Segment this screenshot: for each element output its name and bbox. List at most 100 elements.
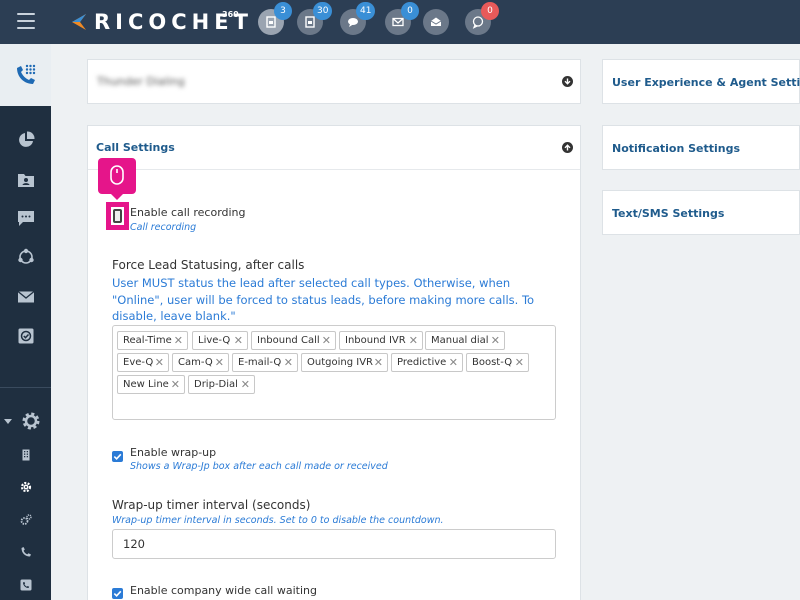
text-sms-settings-panel[interactable]: Text/SMS Settings	[602, 190, 800, 235]
tag-new-line[interactable]: New Line ✕	[117, 375, 185, 394]
top-bar: RICOCHET 360 3 30 41 0 0	[0, 0, 800, 44]
remove-tag-icon[interactable]: ✕	[409, 332, 418, 349]
tag-inbound-ivr[interactable]: Inbound IVR ✕	[339, 331, 423, 350]
wrapup-timer-hint: Wrap-up timer interval in seconds. Set t…	[112, 515, 444, 526]
tag-email-q[interactable]: E-mail-Q ✕	[232, 353, 298, 372]
logo-sup: 360	[222, 10, 239, 19]
remove-tag-icon[interactable]: ✕	[322, 332, 331, 349]
enable-recording-checkbox[interactable]	[106, 202, 129, 230]
sidebar-item-dialer[interactable]	[0, 44, 51, 106]
remove-tag-icon[interactable]: ✕	[515, 354, 524, 371]
email-badge: 0	[401, 2, 419, 20]
leads-badge: 3	[274, 2, 292, 20]
remove-tag-icon[interactable]: ✕	[241, 376, 250, 393]
thunder-dialing-panel[interactable]: Thunder Dialing	[87, 59, 581, 104]
remove-tag-icon[interactable]: ✕	[491, 332, 500, 349]
sidebar	[0, 44, 51, 600]
sidebar-item-network[interactable]	[0, 242, 51, 272]
sidebar-item-advanced[interactable]	[0, 505, 51, 535]
remove-tag-icon[interactable]: ✕	[155, 354, 164, 371]
force-lead-heading: Force Lead Statusing, after calls	[112, 258, 305, 272]
remove-tag-icon[interactable]: ✕	[374, 354, 383, 371]
message-icon	[17, 211, 34, 226]
enable-recording-label: Enable call recording	[130, 206, 246, 219]
sidebar-item-phonebook[interactable]	[0, 570, 51, 600]
remove-tag-icon[interactable]: ✕	[234, 332, 243, 349]
network-icon	[17, 248, 34, 264]
phone-square-icon	[20, 579, 31, 591]
tag-predictive[interactable]: Predictive ✕	[391, 353, 463, 372]
sidebar-item-building[interactable]	[0, 440, 51, 470]
phone-keypad-icon	[16, 64, 35, 84]
call-settings-title: Call Settings	[96, 141, 175, 154]
documents-badge: 30	[313, 2, 333, 20]
pie-chart-icon	[18, 131, 35, 147]
mouse-click-tooltip	[98, 158, 136, 200]
panel-title: Notification Settings	[612, 142, 741, 155]
tag-real-time[interactable]: Real-Time ✕	[117, 331, 188, 350]
call-types-multiselect[interactable]: Real-Time ✕ Live-Q ✕ Inbound Call ✕ Inbound…	[112, 325, 556, 420]
sidebar-item-settings[interactable]	[0, 406, 51, 436]
sidebar-item-messages[interactable]	[0, 203, 51, 233]
wrapup-timer-input[interactable]: 120	[112, 529, 556, 559]
tag-inbound-call[interactable]: Inbound Call ✕	[251, 331, 336, 350]
check-icon	[113, 590, 122, 597]
sidebar-item-reports[interactable]	[0, 125, 51, 155]
tag-eve-q[interactable]: Eve-Q ✕	[117, 353, 169, 372]
panel-title: Thunder Dialing	[97, 75, 185, 88]
leads-icon[interactable]: 3	[258, 2, 292, 35]
menu-icon[interactable]	[17, 13, 35, 29]
tag-outgoing-ivr[interactable]: Outgoing IVR ✕	[301, 353, 388, 372]
envelope-icon	[17, 290, 34, 303]
logo-icon	[72, 14, 86, 30]
enable-recording-hint: Call recording	[130, 222, 197, 233]
sidebar-item-preferences[interactable]	[0, 472, 51, 502]
collapse-circle-icon[interactable]	[562, 142, 573, 153]
tag-cam-q[interactable]: Cam-Q ✕	[172, 353, 229, 372]
documents-icon[interactable]: 30	[297, 2, 333, 35]
wrapup-timer-heading: Wrap-up timer interval (seconds)	[112, 498, 311, 512]
checklist-icon	[18, 328, 33, 344]
email-icon[interactable]: 0	[385, 2, 419, 35]
check-icon	[113, 453, 122, 460]
tag-drip-dial[interactable]: Drip-Dial ✕	[188, 375, 255, 394]
enable-wrapup-checkbox[interactable]	[112, 451, 123, 462]
sidebar-divider	[0, 387, 51, 388]
tag-live-q[interactable]: Live-Q ✕	[192, 331, 248, 350]
sidebar-item-tasks[interactable]	[0, 321, 51, 351]
company-call-waiting-label: Enable company wide call waiting	[130, 584, 317, 597]
sidebar-item-email[interactable]	[0, 282, 51, 312]
remove-tag-icon[interactable]: ✕	[284, 354, 293, 371]
phone-icon	[21, 547, 31, 557]
remove-tag-icon[interactable]: ✕	[174, 332, 183, 349]
cog-icon	[20, 481, 31, 493]
contacts-folder-icon	[17, 174, 34, 187]
panel-title: Text/SMS Settings	[612, 207, 725, 220]
chat-badge: 41	[356, 2, 376, 20]
sidebar-item-contacts[interactable]	[0, 165, 51, 195]
mouse-icon	[110, 165, 124, 185]
building-icon	[22, 449, 29, 461]
tag-manual-dial[interactable]: Manual dial ✕	[425, 331, 505, 350]
remove-tag-icon[interactable]: ✕	[449, 354, 458, 371]
sms-badge: 0	[481, 2, 499, 20]
remove-tag-icon[interactable]: ✕	[171, 376, 180, 393]
enable-wrapup-label: Enable wrap-up	[130, 446, 217, 459]
force-lead-description: User MUST status the lead after selected…	[112, 276, 535, 323]
sms-icon[interactable]: 0	[465, 2, 499, 35]
notification-settings-panel[interactable]: Notification Settings	[602, 125, 800, 170]
panel-title: User Experience & Agent Settings	[612, 76, 800, 89]
tag-boost-q[interactable]: Boost-Q ✕	[466, 353, 529, 372]
remove-tag-icon[interactable]: ✕	[215, 354, 224, 371]
cogs-icon	[20, 514, 32, 525]
inbox-icon[interactable]	[423, 9, 449, 35]
chat-icon[interactable]: 41	[340, 2, 376, 35]
sidebar-item-phone[interactable]	[0, 537, 51, 567]
enable-wrapup-hint: Shows a Wrap-Jp box after each call made…	[130, 461, 388, 472]
expand-circle-icon[interactable]	[562, 76, 573, 87]
gear-icon	[22, 412, 39, 430]
caret-down-icon	[4, 419, 12, 424]
company-call-waiting-checkbox[interactable]	[112, 588, 123, 599]
call-settings-header[interactable]: Call Settings	[88, 126, 580, 170]
user-experience-panel[interactable]: User Experience & Agent Settings	[602, 59, 800, 104]
